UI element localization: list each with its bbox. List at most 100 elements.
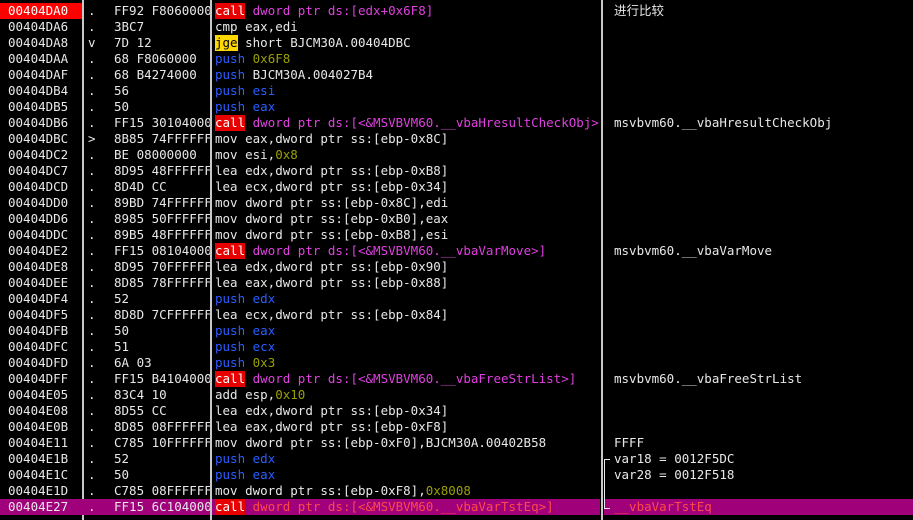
address-cell[interactable]: 00404E1D xyxy=(0,483,82,499)
instruction-line[interactable]: lea edx,dword ptr ss:[ebp-0xB8] xyxy=(212,163,600,179)
hex-bytes[interactable]: 83C4 10 xyxy=(110,387,210,403)
address-cell[interactable]: 00404DC2 xyxy=(0,147,82,163)
address-cell[interactable]: 00404DE2 xyxy=(0,243,82,259)
comment-cell[interactable] xyxy=(604,387,913,403)
comment-cell[interactable]: __vbaVarTstEq xyxy=(604,499,913,515)
instruction-line[interactable]: lea ecx,dword ptr ss:[ebp-0x84] xyxy=(212,307,600,323)
hex-bytes[interactable]: BE 08000000 xyxy=(110,147,210,163)
instruction-line[interactable]: call dword ptr ds:[<&MSVBVM60.__vbaFreeS… xyxy=(212,371,600,387)
instruction-line[interactable]: lea eax,dword ptr ss:[ebp-0xF8] xyxy=(212,419,600,435)
address-cell[interactable]: 00404DFD xyxy=(0,355,82,371)
instruction-line[interactable]: lea edx,dword ptr ss:[ebp-0x90] xyxy=(212,259,600,275)
instruction-line[interactable]: push edx xyxy=(212,291,600,307)
comment-cell[interactable] xyxy=(604,147,913,163)
instruction-line[interactable]: lea edx,dword ptr ss:[ebp-0x34] xyxy=(212,403,600,419)
instruction-line[interactable]: mov dword ptr ss:[ebp-0xF0],BJCM30A.0040… xyxy=(212,435,600,451)
comment-cell[interactable]: FFFF xyxy=(604,435,913,451)
instruction-line[interactable]: lea eax,dword ptr ss:[ebp-0x88] xyxy=(212,275,600,291)
hex-bytes[interactable]: 89B5 48FFFFFF xyxy=(110,227,210,243)
hex-bytes[interactable]: 52 xyxy=(110,291,210,307)
address-cell[interactable]: 00404DAF xyxy=(0,67,82,83)
address-cell[interactable]: 00404E11 xyxy=(0,435,82,451)
hex-bytes[interactable]: 50 xyxy=(110,323,210,339)
comment-cell[interactable] xyxy=(604,227,913,243)
comment-cell[interactable] xyxy=(604,339,913,355)
instruction-line[interactable]: call dword ptr ds:[edx+0x6F8] xyxy=(212,3,600,19)
comment-cell[interactable] xyxy=(604,163,913,179)
comment-cell[interactable] xyxy=(604,403,913,419)
hex-bytes[interactable]: 89BD 74FFFFFF xyxy=(110,195,210,211)
address-cell[interactable]: 00404E08 xyxy=(0,403,82,419)
address-cell[interactable]: 00404DA8 xyxy=(0,35,82,51)
comment-cell[interactable] xyxy=(604,323,913,339)
address-cell[interactable]: 00404DDC xyxy=(0,227,82,243)
instruction-line[interactable]: mov dword ptr ss:[ebp-0xF8],0x8008 xyxy=(212,483,600,499)
comment-cell[interactable] xyxy=(604,35,913,51)
address-cell[interactable]: 00404DD0 xyxy=(0,195,82,211)
address-cell[interactable]: 00404DB4 xyxy=(0,83,82,99)
hex-bytes[interactable]: 52 xyxy=(110,451,210,467)
instruction-line[interactable]: mov dword ptr ss:[ebp-0xB8],esi xyxy=(212,227,600,243)
instruction-line[interactable]: push BJCM30A.004027B4 xyxy=(212,67,600,83)
comment-cell[interactable] xyxy=(604,419,913,435)
hex-bytes[interactable]: 50 xyxy=(110,467,210,483)
hex-bytes[interactable]: 51 xyxy=(110,339,210,355)
instruction-line[interactable]: mov eax,dword ptr ss:[ebp-0x8C] xyxy=(212,131,600,147)
instruction-line[interactable]: mov dword ptr ss:[ebp-0x8C],edi xyxy=(212,195,600,211)
comment-cell[interactable] xyxy=(604,83,913,99)
address-cell[interactable]: 00404E05 xyxy=(0,387,82,403)
instruction-line[interactable]: add esp,0x10 xyxy=(212,387,600,403)
hex-bytes[interactable]: 6A 03 xyxy=(110,355,210,371)
comment-cell[interactable] xyxy=(604,291,913,307)
instruction-line[interactable]: push 0x3 xyxy=(212,355,600,371)
comment-cell[interactable] xyxy=(604,19,913,35)
comment-cell[interactable]: var28 = 0012F518 xyxy=(604,467,913,483)
instruction-line[interactable]: call dword ptr ds:[<&MSVBVM60.__vbaVarTs… xyxy=(212,499,600,515)
comment-cell[interactable] xyxy=(604,259,913,275)
address-cell[interactable]: 00404DF5 xyxy=(0,307,82,323)
comment-cell[interactable] xyxy=(604,67,913,83)
hex-bytes[interactable]: 56 xyxy=(110,83,210,99)
comment-cell[interactable] xyxy=(604,179,913,195)
comment-cell[interactable]: msvbvm60.__vbaFreeStrList xyxy=(604,371,913,387)
comment-cell[interactable]: 进行比较 xyxy=(604,3,913,19)
hex-bytes[interactable]: C785 10FFFFFF xyxy=(110,435,210,451)
hex-bytes[interactable]: 8D4D CC xyxy=(110,179,210,195)
address-cell[interactable]: 00404E1C xyxy=(0,467,82,483)
address-cell[interactable]: 00404DA0 xyxy=(0,3,82,19)
hex-bytes[interactable]: FF15 B4104000 xyxy=(110,371,210,387)
instruction-line[interactable]: call dword ptr ds:[<&MSVBVM60.__vbaHresu… xyxy=(212,115,600,131)
instruction-line[interactable]: mov dword ptr ss:[ebp-0xB0],eax xyxy=(212,211,600,227)
instruction-line[interactable]: push esi xyxy=(212,83,600,99)
address-cell[interactable]: 00404DD6 xyxy=(0,211,82,227)
hex-bytes[interactable]: C785 08FFFFFF xyxy=(110,483,210,499)
hex-bytes[interactable]: 8D85 78FFFFFF xyxy=(110,275,210,291)
address-cell[interactable]: 00404E27 xyxy=(0,499,82,515)
address-cell[interactable]: 00404E1B xyxy=(0,451,82,467)
address-cell[interactable]: 00404DCD xyxy=(0,179,82,195)
hex-bytes[interactable]: 8D95 48FFFFFF xyxy=(110,163,210,179)
comment-cell[interactable] xyxy=(604,195,913,211)
hex-bytes[interactable]: 68 B4274000 xyxy=(110,67,210,83)
column-divider[interactable] xyxy=(601,0,603,520)
instruction-line[interactable]: mov esi,0x8 xyxy=(212,147,600,163)
hex-bytes[interactable]: 68 F8060000 xyxy=(110,51,210,67)
instruction-line[interactable]: lea ecx,dword ptr ss:[ebp-0x34] xyxy=(212,179,600,195)
hex-bytes[interactable]: FF15 6C104000 xyxy=(110,499,210,515)
address-cell[interactable]: 00404DF4 xyxy=(0,291,82,307)
comment-cell[interactable]: msvbvm60.__vbaVarMove xyxy=(604,243,913,259)
hex-bytes[interactable]: 3BC7 xyxy=(110,19,210,35)
address-cell[interactable]: 00404E0B xyxy=(0,419,82,435)
hex-bytes[interactable]: 8D85 08FFFFFF xyxy=(110,419,210,435)
hex-bytes[interactable]: FF92 F8060000 xyxy=(110,3,210,19)
comment-cell[interactable] xyxy=(604,211,913,227)
address-cell[interactable]: 00404DB5 xyxy=(0,99,82,115)
hex-bytes[interactable]: 8D95 70FFFFFF xyxy=(110,259,210,275)
instruction-line[interactable]: push eax xyxy=(212,323,600,339)
instruction-line[interactable]: push edx xyxy=(212,451,600,467)
instruction-line[interactable]: push eax xyxy=(212,467,600,483)
comment-cell[interactable] xyxy=(604,483,913,499)
hex-bytes[interactable]: 8B85 74FFFFFF xyxy=(110,131,210,147)
comment-cell[interactable]: var18 = 0012F5DC xyxy=(604,451,913,467)
address-cell[interactable]: 00404DC7 xyxy=(0,163,82,179)
